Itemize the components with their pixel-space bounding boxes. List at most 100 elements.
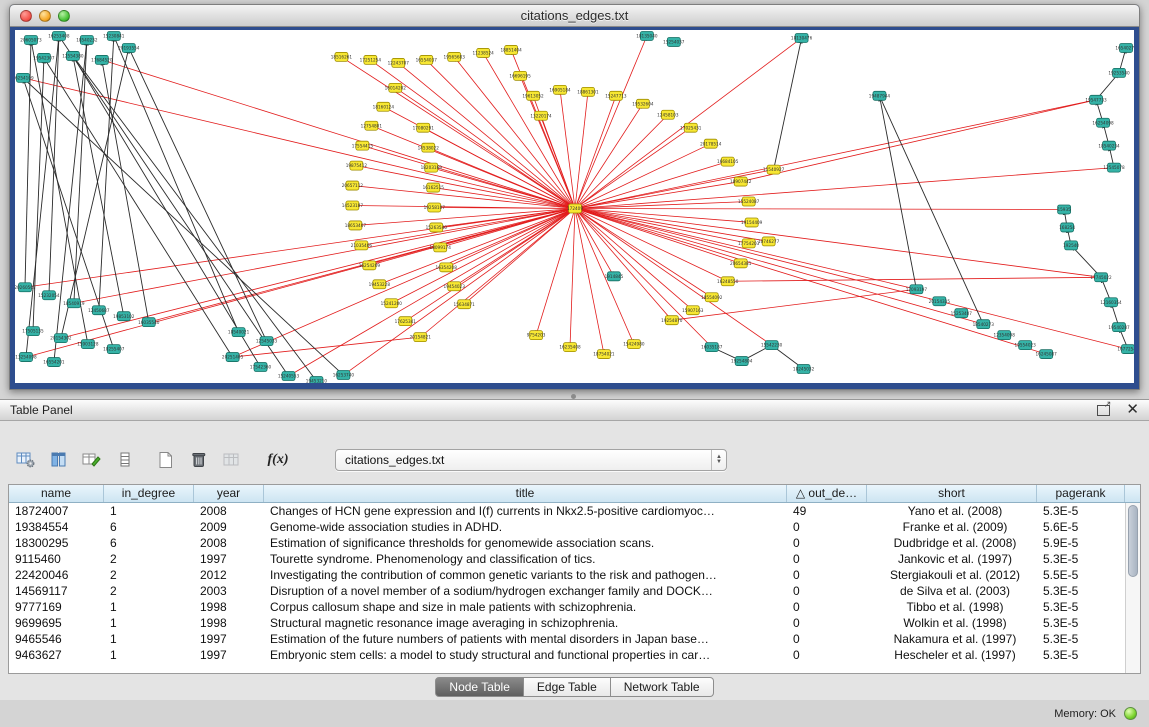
graph-node[interactable]: 17754203 bbox=[738, 239, 760, 248]
graph-node[interactable]: 17080291 bbox=[413, 123, 435, 132]
graph-node[interactable]: 19542307 bbox=[33, 53, 55, 62]
graph-edge[interactable] bbox=[391, 208, 575, 303]
graph-node[interactable]: 168254 bbox=[1059, 223, 1075, 232]
graph-node[interactable]: 16014202 bbox=[385, 83, 407, 92]
graph-node[interactable]: 15253407 bbox=[951, 309, 973, 318]
graph-node[interactable]: 20154821 bbox=[410, 333, 432, 342]
graph-edge[interactable] bbox=[575, 182, 741, 209]
graph-edge[interactable] bbox=[129, 48, 267, 341]
graph-node[interactable]: 15247713 bbox=[605, 91, 627, 100]
graph-node[interactable]: 12450687 bbox=[88, 306, 110, 315]
graph-edge[interactable] bbox=[575, 208, 1128, 349]
graph-node[interactable]: 12545033 bbox=[256, 337, 278, 346]
graph-node[interactable]: 12354098 bbox=[994, 331, 1016, 340]
graph-edge[interactable] bbox=[741, 100, 1096, 182]
new-row-icon[interactable] bbox=[152, 447, 179, 473]
graph-node[interactable]: 17251254 bbox=[360, 55, 382, 64]
rows-icon[interactable] bbox=[111, 447, 138, 473]
graph-edge[interactable] bbox=[434, 207, 575, 208]
graph-node[interactable]: 19453210 bbox=[306, 377, 328, 383]
graph-node[interactable]: 18540919 bbox=[63, 299, 85, 308]
graph-edge[interactable] bbox=[73, 56, 317, 381]
graph-edge[interactable] bbox=[114, 36, 239, 332]
tab-network-table[interactable]: Network Table bbox=[611, 677, 714, 697]
graph-node[interactable]: 16554201 bbox=[43, 358, 65, 367]
graph-edge[interactable] bbox=[49, 36, 59, 295]
graph-node[interactable]: 19613052 bbox=[522, 91, 544, 100]
network-canvas[interactable]: 1724091851626117251254122437071655403719… bbox=[15, 30, 1134, 383]
table-row[interactable]: 977716911998Corpus callosum shape and si… bbox=[9, 599, 1140, 615]
graph-node[interactable]: 18160124 bbox=[373, 102, 395, 111]
graph-edge[interactable] bbox=[575, 208, 1101, 277]
graph-node[interactable]: 15935 bbox=[1057, 205, 1071, 214]
delete-icon[interactable] bbox=[185, 447, 212, 473]
graph-node[interactable]: 18099174 bbox=[430, 243, 452, 252]
graph-node[interactable]: 18135040 bbox=[636, 31, 658, 40]
graph-node[interactable]: 19254870 bbox=[661, 316, 683, 325]
graph-node[interactable]: 19554023 bbox=[1015, 341, 1037, 350]
graph-edge[interactable] bbox=[25, 208, 575, 287]
graph-node[interactable]: 16254209 bbox=[359, 261, 381, 270]
function-builder-icon[interactable]: f(x) bbox=[261, 452, 295, 468]
graph-edge[interactable] bbox=[379, 208, 575, 284]
graph-node[interactable]: 19547733 bbox=[1085, 95, 1107, 104]
graph-node[interactable]: 12243707 bbox=[388, 58, 410, 67]
graph-node[interactable]: 20654381 bbox=[730, 259, 752, 268]
table-row[interactable]: 2242004622012Investigating the contribut… bbox=[9, 567, 1140, 583]
import-table-icon[interactable] bbox=[218, 447, 245, 473]
graph-edge[interactable] bbox=[774, 38, 802, 170]
graph-node[interactable]: 15524087 bbox=[738, 197, 760, 206]
graph-node[interactable]: 19253540 bbox=[1108, 68, 1130, 77]
graph-node[interactable]: 20154302 bbox=[50, 334, 72, 343]
graph-node[interactable]: 15230841 bbox=[103, 31, 125, 40]
graph-edge[interactable] bbox=[575, 208, 604, 354]
graph-node[interactable]: 20154335 bbox=[929, 297, 951, 306]
graph-edge[interactable] bbox=[99, 36, 114, 310]
column-header-short[interactable]: short bbox=[867, 485, 1037, 502]
graph-node[interactable]: 16554037 bbox=[416, 55, 438, 64]
graph-node[interactable]: 16905184 bbox=[549, 85, 571, 94]
graph-node[interactable]: 10746277 bbox=[758, 237, 780, 246]
graph-node[interactable]: 15903128 bbox=[77, 340, 99, 349]
column-header-title[interactable]: title bbox=[264, 485, 787, 502]
graph-node[interactable]: 16248550 bbox=[717, 277, 739, 286]
table-row[interactable]: 1456911722003Disruption of a novel membe… bbox=[9, 583, 1140, 599]
graph-node[interactable]: 18861301 bbox=[577, 87, 599, 96]
graph-edge[interactable] bbox=[431, 168, 575, 209]
graph-edge[interactable] bbox=[74, 208, 575, 303]
graph-edge[interactable] bbox=[352, 186, 575, 209]
graph-edge[interactable] bbox=[102, 60, 149, 322]
graph-node[interactable]: 14523187 bbox=[342, 201, 364, 210]
column-header-in_degree[interactable]: in_degree bbox=[104, 485, 194, 502]
graph-node[interactable]: 21035406 bbox=[351, 241, 373, 250]
graph-node[interactable]: 16253740 bbox=[333, 371, 355, 380]
graph-edge[interactable] bbox=[575, 208, 1064, 209]
table-row[interactable]: 946362711997Embryonic stem cells: a mode… bbox=[9, 647, 1140, 663]
graph-node[interactable]: 18907442 bbox=[730, 177, 752, 186]
graph-edge[interactable] bbox=[343, 208, 575, 375]
graph-edge[interactable] bbox=[233, 208, 575, 357]
graph-node[interactable]: 16035540 bbox=[138, 318, 160, 327]
column-header-pagerank[interactable]: pagerank bbox=[1037, 485, 1125, 502]
graph-node[interactable]: 19853102 bbox=[113, 312, 135, 321]
graph-edge[interactable] bbox=[575, 36, 647, 209]
graph-node[interactable]: 19258107 bbox=[424, 203, 446, 212]
new-column-icon[interactable] bbox=[78, 447, 105, 473]
graph-node[interactable]: 17542360 bbox=[250, 363, 272, 372]
close-window-icon[interactable] bbox=[20, 10, 32, 22]
graph-node[interactable]: 19875412 bbox=[346, 161, 368, 170]
graph-node[interactable]: 18653407 bbox=[345, 221, 367, 230]
graph-node[interactable]: 17684520 bbox=[91, 55, 113, 64]
graph-edge[interactable] bbox=[44, 58, 233, 357]
graph-node[interactable]: 18516261 bbox=[331, 52, 353, 61]
table-row[interactable]: 1938455462009Genome-wide association stu… bbox=[9, 519, 1140, 535]
table-row[interactable]: 946554611997Estimation of the future num… bbox=[9, 631, 1140, 647]
graph-node[interactable]: 11238524 bbox=[472, 48, 494, 57]
table-selector-dropdown[interactable]: citations_edges.txt ▲▼ bbox=[335, 449, 727, 471]
graph-edge[interactable] bbox=[575, 208, 1046, 354]
graph-node[interactable]: 18540273 bbox=[973, 320, 995, 329]
float-panel-icon[interactable] bbox=[1097, 405, 1110, 416]
minimize-window-icon[interactable] bbox=[39, 10, 51, 22]
graph-node[interactable]: 17554415 bbox=[352, 141, 374, 150]
graph-node[interactable]: 19532604 bbox=[632, 99, 654, 108]
